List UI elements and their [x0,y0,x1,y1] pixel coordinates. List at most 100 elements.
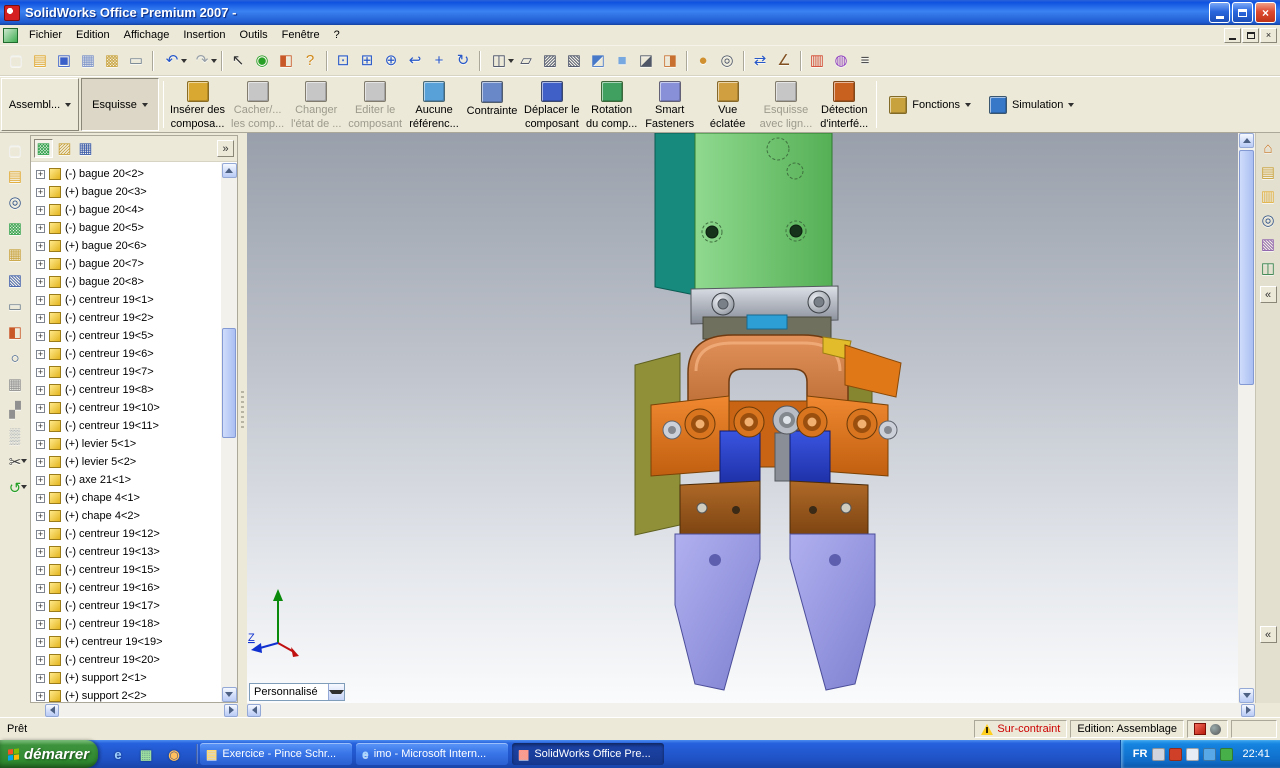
side-grid-icon[interactable]: ▦ [3,373,27,395]
previous-view-icon[interactable]: ↩ [403,49,427,73]
expand-icon[interactable]: + [36,457,45,467]
expand-icon[interactable]: + [36,655,45,665]
side-open-icon[interactable]: ▤ [3,165,27,187]
model-gripper-fingers[interactable] [674,533,876,691]
redo-icon[interactable]: ↷ [187,49,217,73]
tree-item[interactable]: + (-) bague 20<7> [31,255,221,273]
tree-scrollbar[interactable] [221,163,237,702]
tree-item[interactable]: + (-) centreur 19<6> [31,345,221,363]
rebuild-icon[interactable]: ◉ [250,49,274,73]
expand-icon[interactable]: + [36,601,45,611]
side-clock-icon[interactable]: ○ [3,347,27,369]
expand-icon[interactable]: + [36,511,45,521]
expand-icon[interactable]: + [36,673,45,683]
tree-item[interactable]: + (-) bague 20<2> [31,165,221,183]
no-external-references-button[interactable]: Aucune référenc... [405,77,463,132]
make-assembly-icon[interactable]: ▩ [100,49,124,73]
tray-keyboard-icon[interactable] [1152,747,1166,761]
expand-icon[interactable]: + [36,475,45,485]
panel-splitter[interactable] [238,133,247,703]
tree-item[interactable]: + (+) chape 4<2> [31,507,221,525]
expand-icon[interactable]: + [36,421,45,431]
menu-aide[interactable]: ? [327,26,347,44]
tab-esquisse[interactable]: Esquisse [81,78,159,131]
scroll-up-button[interactable] [1239,133,1254,148]
model-green-block[interactable] [654,133,833,296]
toolbar-separator[interactable] [322,49,331,73]
tree-item[interactable]: + (+) support 2<1> [31,669,221,687]
simulation-button[interactable]: Simulation [980,77,1083,132]
toolbar-separator[interactable] [148,49,157,73]
tree-item[interactable]: + (+) levier 5<2> [31,453,221,471]
triad-z-label[interactable]: Z [248,632,255,644]
orientation-triad[interactable]: Z [248,589,299,657]
side-part-icon[interactable]: ▩ [3,217,27,239]
tree-item[interactable]: + (-) centreur 19<11> [31,417,221,435]
tree-item[interactable]: + (-) bague 20<4> [31,201,221,219]
expand-icon[interactable]: + [36,223,45,233]
mate-icon[interactable]: ⇄ [748,49,772,73]
view-palette-icon[interactable]: ▧ [1258,234,1279,255]
tree-item[interactable]: + (-) centreur 19<17> [31,597,221,615]
expand-icon[interactable]: + [36,385,45,395]
expand-icon[interactable]: + [36,637,45,647]
expand-icon[interactable]: + [36,187,45,197]
side-search-icon[interactable]: ◎ [3,191,27,213]
tree-item[interactable]: + (-) centreur 19<2> [31,309,221,327]
hidden-lines-removed-icon[interactable]: ▧ [562,49,586,73]
menu-outils[interactable]: Outils [233,26,275,44]
toolbar-separator[interactable] [739,49,748,73]
toolbar-separator[interactable] [796,49,805,73]
tree-item[interactable]: + (+) chape 4<1> [31,489,221,507]
language-indicator[interactable]: FR [1133,748,1148,760]
expand-icon[interactable]: + [36,241,45,251]
quicklaunch-browser-icon[interactable]: e [106,742,130,766]
expand-icon[interactable]: + [36,205,45,215]
viewport-vertical-scrollbar[interactable] [1238,133,1255,703]
model-brown-blocks[interactable] [679,480,869,539]
combo-dropdown-button[interactable] [328,684,344,700]
insert-components-button[interactable]: Insérer des composa... [167,77,228,132]
mdi-minimize-button[interactable] [1224,27,1241,43]
hidden-lines-visible-icon[interactable]: ▨ [538,49,562,73]
tree-item[interactable]: + (-) axe 21<1> [31,471,221,489]
scroll-down-button[interactable] [1239,688,1254,703]
tree-item[interactable]: + (+) centreur 19<19> [31,633,221,651]
rotate-view-icon[interactable]: ↻ [451,49,475,73]
mate-button[interactable]: Contrainte [463,77,521,132]
quicklaunch-media-icon[interactable]: ◉ [162,742,186,766]
menu-fenetre[interactable]: Fenêtre [275,26,327,44]
print-icon[interactable]: ▭ [124,49,148,73]
tray-volume-icon[interactable] [1186,747,1200,761]
menu-fichier[interactable]: Fichier [22,26,69,44]
expand-icon[interactable]: + [36,367,45,377]
model-bracket[interactable] [690,285,839,340]
side-texture-icon[interactable]: ▒ [3,425,27,447]
tree-item[interactable]: + (-) centreur 19<16> [31,579,221,597]
expand-icon[interactable]: + [36,619,45,629]
task-pane-collapse-button-2[interactable]: « [1259,626,1277,643]
tree-item[interactable]: + (-) centreur 19<18> [31,615,221,633]
side-sheet-icon[interactable]: ▭ [3,295,27,317]
interference-detection-button[interactable]: Détection d'interfé... [815,77,873,132]
expand-icon[interactable]: + [36,529,45,539]
scroll-down-button[interactable] [221,687,237,702]
explode-line-sketch-button[interactable]: Esquisse avec lign... [757,77,816,132]
expand-icon[interactable]: + [36,349,45,359]
graphics-area[interactable]: Z Personnalisé [247,133,1238,703]
close-button[interactable]: × [1255,2,1276,23]
zoom-in-out-icon[interactable]: ⊕ [379,49,403,73]
wireframe-icon[interactable]: ▱ [514,49,538,73]
exploded-view-button[interactable]: Vue éclatée [699,77,757,132]
minimize-button[interactable] [1209,2,1230,23]
tab-assemblage[interactable]: Assembl... [1,78,79,131]
expand-icon[interactable]: + [36,583,45,593]
file-explorer-icon[interactable]: ▥ [1258,186,1279,207]
document-recovery-icon[interactable]: ◫ [1258,258,1279,279]
new-icon[interactable]: ▢ [4,49,28,73]
zoom-area-icon[interactable]: ⊞ [355,49,379,73]
side-drawing-icon[interactable]: ▧ [3,269,27,291]
side-reload-icon[interactable]: ↺ [3,477,27,499]
photoworks-icon[interactable]: ◍ [829,49,853,73]
expand-icon[interactable]: + [36,169,45,179]
